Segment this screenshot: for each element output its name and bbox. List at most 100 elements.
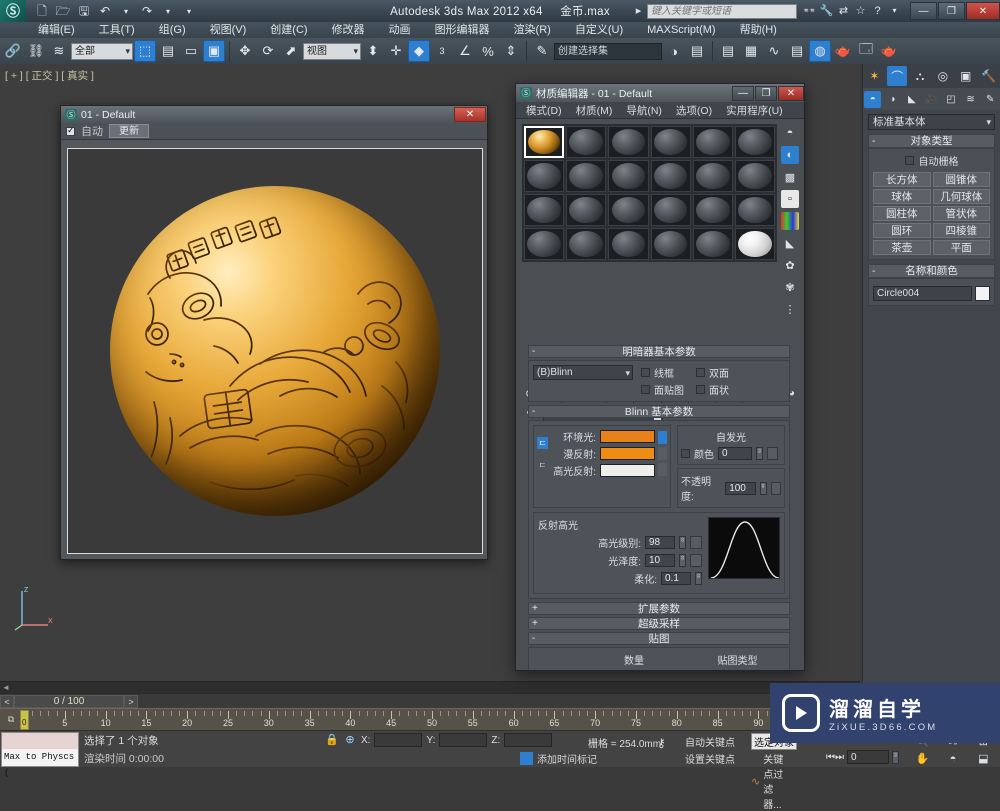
me-menu-options[interactable]: 选项(O) <box>670 103 718 118</box>
tab-utilities[interactable]: 🔨 <box>979 66 999 86</box>
auto-key-button[interactable]: 自动关键点 <box>685 734 735 749</box>
set-key-button[interactable]: 设置关键点 <box>685 751 735 766</box>
autogrid-checkbox[interactable] <box>904 156 914 165</box>
select-and-move-icon[interactable]: ✥ <box>234 40 256 62</box>
rollout-toggle-shader-basic[interactable]: - <box>532 346 535 358</box>
mirror-icon[interactable]: ◑ <box>663 40 685 62</box>
maxscript-listener-input[interactable]: Max to Physcs ( <box>2 749 78 778</box>
wire-checkbox[interactable] <box>641 368 650 377</box>
menu-edit[interactable]: 编辑(E) <box>26 22 87 38</box>
rollout-header-extended[interactable]: + 扩展参数 <box>528 602 790 615</box>
material-slot-2[interactable] <box>608 126 649 158</box>
menu-graph-editors[interactable]: 图形编辑器 <box>423 22 502 38</box>
shader-dropdown[interactable]: (B)Blinn <box>533 365 633 380</box>
prev-frame-button[interactable]: < <box>0 694 14 708</box>
unlink-selection-icon[interactable]: ⛓ <box>25 40 47 62</box>
open-mini-curve-editor-icon[interactable]: ⧉ <box>3 712 19 726</box>
rfw-title-bar[interactable]: Ⓢ 01 - Default ✕ <box>61 106 487 123</box>
rollout-header-maps[interactable]: - 贴图 <box>528 632 790 645</box>
material-slot-12[interactable] <box>524 194 565 226</box>
y-input[interactable] <box>439 733 488 747</box>
select-by-name-icon[interactable]: ▤ <box>157 40 179 62</box>
glossiness-spinner[interactable]: 10 <box>645 554 675 567</box>
faceted-checkbox[interactable] <box>696 385 705 394</box>
video-color-check-icon[interactable] <box>781 212 799 230</box>
frame-readout[interactable]: 0 / 100 <box>14 694 124 708</box>
sample-uv-tiling-icon[interactable]: ▫ <box>781 190 799 208</box>
name-and-color-header[interactable]: - 名称和颜色 <box>868 264 995 278</box>
material-slot-20[interactable] <box>608 228 649 260</box>
subcategory-dropdown[interactable]: 标准基本体 <box>868 114 995 130</box>
category-helpers[interactable]: ◰ <box>943 91 960 108</box>
category-space-warps[interactable]: ≋ <box>962 91 979 108</box>
select-and-manipulate-icon[interactable]: ✛ <box>385 40 407 62</box>
render-production-icon[interactable]: 🫖 <box>878 40 900 62</box>
reference-coordinate-system-dropdown[interactable]: 视图 <box>303 42 361 60</box>
viewport-horizontal-scrollbar[interactable]: ◄ ► <box>0 681 860 693</box>
menu-help[interactable]: 帮助(H) <box>728 22 789 38</box>
object-type-button-4[interactable]: 圆柱体 <box>873 206 931 221</box>
ambient-color-swatch[interactable] <box>600 430 655 443</box>
select-object-icon[interactable]: ⬚ <box>134 40 156 62</box>
tab-modify[interactable]: ⌒ <box>887 66 908 86</box>
menu-maxscript[interactable]: MAXScript(M) <box>635 22 727 38</box>
material-slot-6[interactable] <box>524 160 565 192</box>
menu-animation[interactable]: 动画 <box>377 22 423 38</box>
spec-level-map-button[interactable] <box>690 536 702 549</box>
self-illum-map-button[interactable] <box>767 447 778 460</box>
rfw-close-button[interactable]: ✕ <box>454 107 486 122</box>
select-by-material-icon[interactable]: ✾ <box>781 278 799 296</box>
align-icon[interactable]: ▤ <box>686 40 708 62</box>
me-menu-modes[interactable]: 模式(D) <box>520 103 568 118</box>
me-menu-utilities[interactable]: 实用程序(U) <box>720 103 789 118</box>
category-lights[interactable]: ◣ <box>903 91 920 108</box>
object-type-button-8[interactable]: 茶壶 <box>873 240 931 255</box>
orbit-icon[interactable]: ◓ <box>938 751 967 768</box>
selection-filter-dropdown[interactable]: 全部 <box>71 42 133 60</box>
material-slot-5[interactable] <box>734 126 775 158</box>
absolute-relative-toggle-icon[interactable]: ⊕ <box>343 733 357 747</box>
add-time-tag-icon[interactable] <box>520 752 533 765</box>
tab-motion[interactable]: ◎ <box>933 66 953 86</box>
material-slot-14[interactable] <box>608 194 649 226</box>
key-filters-icon[interactable]: ∿ <box>751 775 760 788</box>
opacity-spinner-arrows[interactable]: ⇳ <box>759 481 767 495</box>
spec-level-spinner-arrows[interactable]: ⇳ <box>679 536 686 549</box>
backlight-icon[interactable]: ◐ <box>781 146 799 164</box>
self-illum-color-checkbox[interactable] <box>681 449 690 458</box>
opacity-value-spinner[interactable]: 100 <box>725 481 756 495</box>
me-maximize-button[interactable]: ❐ <box>755 85 777 101</box>
material-slot-21[interactable] <box>650 228 691 260</box>
material-slot-0[interactable] <box>524 126 565 158</box>
key-step-icon[interactable]: ⏮⏭ <box>826 752 844 763</box>
render-setup-icon[interactable]: 🫖 <box>832 40 854 62</box>
material-slot-15[interactable] <box>650 194 691 226</box>
material-editor-icon[interactable]: ◍ <box>809 40 831 62</box>
object-color-swatch[interactable] <box>975 286 990 301</box>
make-preview-icon[interactable]: ◣ <box>781 234 799 252</box>
material-slot-4[interactable] <box>692 126 733 158</box>
sample-type-icon[interactable]: ◓ <box>781 124 799 142</box>
name-and-color-toggle[interactable]: - <box>872 265 876 278</box>
next-frame-button[interactable]: > <box>124 694 138 708</box>
self-illum-value-spinner[interactable]: 0 <box>718 447 752 460</box>
select-and-link-icon[interactable]: 🔗 <box>2 40 24 62</box>
rendered-frame-window-icon[interactable]: 🗔 <box>855 40 877 62</box>
z-input[interactable] <box>504 733 553 747</box>
category-geometry[interactable]: ◓ <box>864 90 882 108</box>
diffuse-map-button[interactable] <box>658 447 667 460</box>
me-close-button[interactable]: ✕ <box>778 85 804 101</box>
object-type-button-9[interactable]: 平面 <box>932 240 990 255</box>
rollout-header-blinn-basic[interactable]: - Blinn 基本参数 <box>528 405 790 418</box>
rfw-render-canvas[interactable] <box>67 148 483 554</box>
object-type-button-5[interactable]: 管状体 <box>932 206 990 221</box>
object-type-toggle[interactable]: - <box>872 135 876 148</box>
specular-color-swatch[interactable] <box>600 464 655 477</box>
rollout-toggle-maps[interactable]: - <box>532 633 535 645</box>
rectangular-selection-region-icon[interactable]: ▭ <box>180 40 202 62</box>
tab-create[interactable]: ✶ <box>864 66 884 86</box>
material-map-navigator-icon[interactable]: ⋮ <box>781 300 799 318</box>
glossiness-spinner-arrows[interactable]: ⇳ <box>679 554 686 567</box>
material-slot-7[interactable] <box>566 160 607 192</box>
tab-hierarchy[interactable]: ⛬ <box>910 66 930 86</box>
